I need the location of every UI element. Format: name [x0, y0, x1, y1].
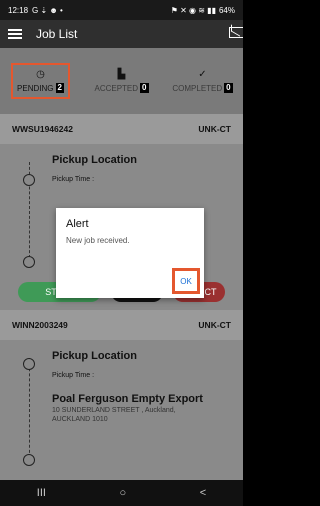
tab-accepted[interactable]: ▙ ACCEPTED 0	[81, 48, 162, 114]
battery-level: 64%	[218, 5, 235, 15]
pickup-title: Pickup Location	[52, 350, 137, 362]
tab-count-badge: 0	[224, 83, 233, 93]
status-right: ⚑ ✕ ◉ ≋ ▮▮ 64%	[171, 6, 235, 15]
check-icon: ✓	[198, 69, 207, 80]
job-id: WWSU1946242	[12, 124, 73, 134]
dialog-message: New job received.	[66, 236, 130, 245]
document-icon: ▙	[117, 69, 126, 80]
app-bar: Job List	[0, 20, 243, 48]
route-timeline	[29, 358, 30, 458]
home-icon[interactable]: ○	[120, 487, 127, 499]
recents-icon[interactable]: III	[37, 487, 46, 499]
pickup-time-label: Pickup Time :	[52, 372, 95, 379]
tab-count-badge: 0	[140, 83, 149, 93]
tab-label: PENDING	[17, 83, 54, 93]
job-type: UNK-CT	[198, 320, 231, 330]
status-left-icons: G ⇣ ☻ •	[32, 5, 63, 15]
status-left: 12:18 G ⇣ ☻ •	[8, 6, 63, 15]
pickup-marker-icon	[23, 358, 35, 370]
tab-completed[interactable]: ✓ COMPLETED 0	[162, 48, 243, 114]
pickup-time-label: Pickup Time :	[52, 176, 95, 183]
alert-dialog: Alert New job received. OK	[56, 208, 204, 298]
destination-marker-icon	[23, 454, 35, 466]
pickup-marker-icon	[23, 174, 35, 186]
destination-address-line-1: 10 SUNDERLAND STREET , Auckland,	[52, 407, 176, 414]
tab-label: ACCEPTED	[94, 83, 139, 93]
job-id: WINN2003249	[12, 320, 68, 330]
dialog-title: Alert	[66, 218, 89, 230]
status-time: 12:18	[8, 5, 29, 15]
ok-button[interactable]: OK	[172, 268, 200, 294]
hamburger-menu-icon[interactable]	[8, 29, 22, 39]
page-title: Job List	[36, 27, 78, 41]
pickup-title: Pickup Location	[52, 154, 137, 166]
tab-pending-highlight: ◷ PENDING 2	[11, 63, 70, 99]
destination-title: Poal Ferguson Empty Export	[52, 393, 203, 405]
tab-label: COMPLETED	[172, 83, 223, 93]
clock-icon: ◷	[36, 69, 45, 80]
job-card-body[interactable]: Pickup Location Pickup Time : Poal Fergu…	[0, 340, 243, 480]
job-card-header[interactable]: WWSU1946242 UNK-CT	[0, 114, 243, 144]
tab-pending[interactable]: ◷ PENDING 2	[0, 48, 81, 114]
job-type: UNK-CT	[198, 124, 231, 134]
back-icon[interactable]: <	[200, 487, 206, 499]
destination-marker-icon	[23, 256, 35, 268]
mail-icon[interactable]	[229, 27, 243, 38]
tab-count-badge: 2	[55, 83, 64, 93]
job-tabs: ◷ PENDING 2 ▙ ACCEPTED 0 ✓ COMPLETED 0	[0, 48, 243, 114]
status-right-icons: ⚑ ✕ ◉ ≋ ▮▮	[170, 5, 216, 15]
destination-address-line-2: AUCKLAND 1010	[52, 416, 108, 423]
system-nav-bar: III ○ <	[0, 480, 243, 506]
job-card-header[interactable]: WINN2003249 UNK-CT	[0, 310, 243, 340]
status-bar: 12:18 G ⇣ ☻ • ⚑ ✕ ◉ ≋ ▮▮ 64%	[0, 0, 243, 20]
